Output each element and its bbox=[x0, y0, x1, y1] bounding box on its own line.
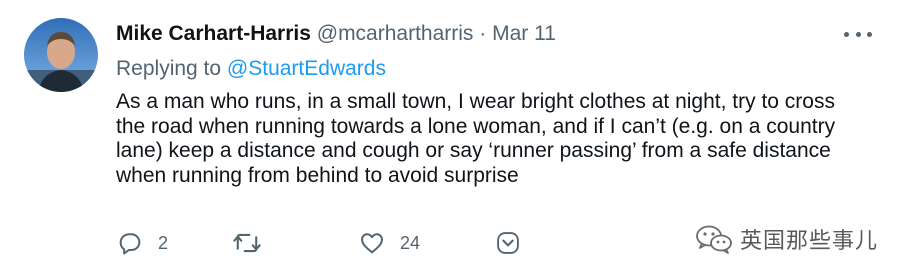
replying-to-link[interactable]: @StuartEdwards bbox=[227, 57, 386, 80]
reply-icon bbox=[119, 233, 141, 255]
replying-to-line: Replying to @StuartEdwards bbox=[116, 55, 386, 83]
watermark-text: 英国那些事儿 bbox=[740, 229, 879, 254]
replying-to-prefix: Replying to bbox=[116, 57, 222, 80]
share-button[interactable] bbox=[494, 228, 522, 258]
separator-dot: · bbox=[479, 22, 487, 45]
tweet-card[interactable]: Mike Carhart-Harris @mcarhartharris · Ma… bbox=[0, 0, 898, 275]
share-icon bbox=[497, 232, 519, 254]
like-icon bbox=[361, 233, 383, 254]
watermark: 英国那些事儿 bbox=[694, 222, 878, 256]
tweet-date[interactable]: Mar 11 bbox=[492, 22, 556, 45]
author-handle[interactable]: @mcarhartharris bbox=[317, 22, 474, 45]
like-count: 24 bbox=[400, 232, 421, 253]
retweet-icon bbox=[233, 233, 261, 253]
author-name[interactable]: Mike Carhart-Harris bbox=[116, 22, 311, 45]
reply-button[interactable]: 2 bbox=[116, 228, 168, 258]
retweet-button[interactable] bbox=[232, 228, 276, 258]
like-button[interactable]: 24 bbox=[358, 228, 420, 258]
wechat-icon bbox=[696, 225, 732, 254]
avatar-image bbox=[24, 18, 98, 92]
tweet-header: Mike Carhart-Harris @mcarhartharris · Ma… bbox=[116, 20, 556, 48]
reply-count: 2 bbox=[158, 232, 169, 253]
tweet-body: As a man who runs, in a small town, I we… bbox=[116, 90, 836, 187]
more-icon[interactable] bbox=[844, 24, 872, 44]
avatar[interactable] bbox=[24, 18, 98, 92]
